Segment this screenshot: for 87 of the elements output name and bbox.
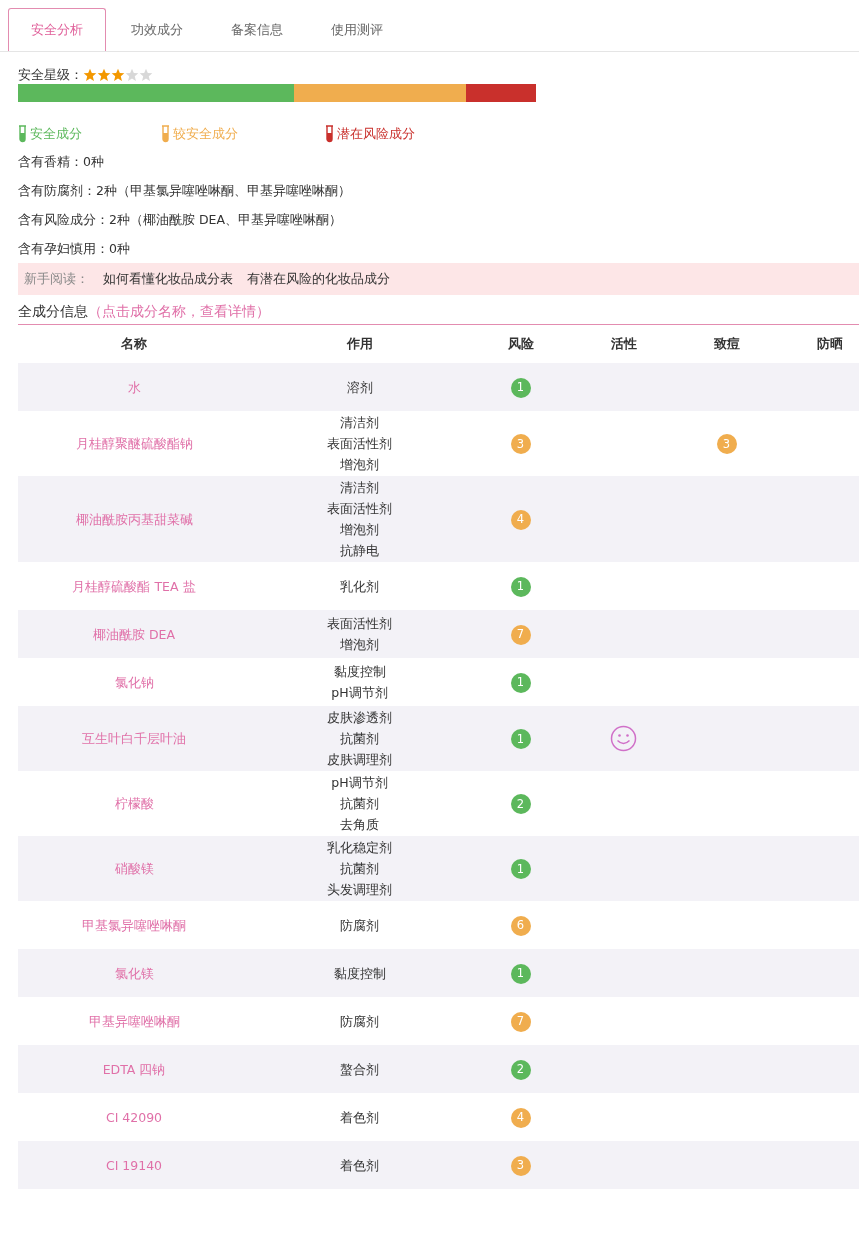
info-line: 含有防腐剂：2种（甲基氯异噻唑啉酮、甲基异噻唑啉酮） [18, 182, 352, 200]
star-icon [97, 68, 111, 82]
legend-label: 安全成分 [30, 124, 82, 143]
ingredient-link[interactable]: CI 42090 [105, 1109, 163, 1125]
star-icon [139, 68, 153, 82]
ingredient-link[interactable]: 柠檬酸 [114, 796, 154, 811]
ingredient-link[interactable]: 甲基异噻唑啉酮 [88, 1013, 180, 1029]
risk-score: 6 [510, 915, 531, 936]
risk-score: 2 [510, 1059, 531, 1080]
column-header: 活性 [572, 325, 675, 363]
function-text: 清洁剂 [339, 479, 380, 497]
tab[interactable]: 备案信息 [208, 8, 306, 51]
function-text: 着色剂 [339, 1108, 380, 1127]
risk-score: 7 [510, 1011, 531, 1032]
tab[interactable]: 安全分析 [8, 8, 106, 51]
info-line: 含有风险成分：2种（椰油酰胺 DEA、甲基异噻唑啉酮） [18, 211, 343, 229]
column-header: 致痘 [675, 325, 778, 363]
function-text: 着色剂 [339, 1156, 380, 1175]
ingredient-link[interactable]: 甲基氯异噻唑啉酮 [82, 917, 186, 933]
function-text: 防腐剂 [339, 916, 380, 935]
function-text: 抗菌剂 [339, 730, 380, 748]
risk-score: 1 [510, 859, 531, 880]
ingredient-link[interactable]: 氯化钠 [114, 674, 154, 690]
ingredient-link[interactable]: 互生叶白千层叶油 [82, 731, 186, 746]
info-line: 含有香精：0种 [18, 153, 105, 171]
section-hint: （点击成分名称，查看详情） [88, 302, 270, 321]
ingredient-link[interactable]: 水 [127, 379, 141, 395]
column-header: 作用 [250, 325, 469, 363]
column-header: 名称 [18, 325, 250, 363]
article-link[interactable]: 如何看懂化妆品成分表 [103, 269, 233, 289]
risk-score: 1 [510, 576, 531, 597]
risk-score: 1 [510, 729, 531, 750]
function-text: 表面活性剂 [326, 500, 393, 518]
function-text: 增泡剂 [339, 636, 380, 654]
function-text: 抗静电 [339, 542, 380, 560]
function-text: pH调节剂 [330, 684, 389, 702]
function-text: 去角质 [339, 816, 380, 834]
function-text: 乳化稳定剂 [326, 839, 393, 857]
risk-score: 7 [510, 624, 531, 645]
ingredient-link[interactable]: CI 19140 [105, 1157, 163, 1173]
ingredient-link[interactable]: EDTA 四钠 [102, 1061, 166, 1077]
ingredient-link[interactable]: 月桂醇硫酸酯 TEA 盐 [72, 578, 196, 594]
function-text: 抗菌剂 [339, 860, 380, 878]
rating-label: 安全星级： [18, 65, 83, 84]
function-text: 清洁剂 [339, 414, 380, 432]
column-header: 防晒 [778, 325, 859, 363]
star-icon [125, 68, 139, 82]
function-text: 增泡剂 [339, 456, 380, 474]
ingredient-link[interactable]: 氯化镁 [114, 965, 154, 981]
ingredient-link[interactable]: 椰油酰胺丙基甜菜碱 [75, 511, 193, 527]
section-title: 全成分信息 [18, 302, 88, 321]
risk-score: 3 [510, 434, 531, 455]
risk-score: 1 [510, 377, 531, 398]
function-text: 溶剂 [345, 378, 374, 397]
function-text: 黏度控制 [332, 663, 387, 681]
function-text: 表面活性剂 [326, 435, 393, 453]
reading-label: 新手阅读： [24, 269, 89, 288]
column-header: 风险 [469, 325, 572, 363]
tab[interactable]: 使用测评 [308, 8, 406, 51]
legend-label: 潜在风险成分 [337, 124, 415, 143]
risk-score: 3 [510, 1155, 531, 1176]
risk-score: 2 [510, 794, 531, 815]
tab[interactable]: 功效成分 [108, 8, 206, 51]
ingredient-link[interactable]: 月桂醇聚醚硫酸酯钠 [75, 436, 193, 451]
function-text: pH调节剂 [330, 774, 389, 792]
function-text: 黏度控制 [332, 964, 387, 983]
ingredient-link[interactable]: 硝酸镁 [114, 861, 154, 876]
star-icon [83, 68, 97, 82]
function-text: 皮肤调理剂 [326, 751, 393, 769]
risk-score: 1 [510, 963, 531, 984]
function-text: 防腐剂 [339, 1012, 380, 1031]
function-text: 抗菌剂 [339, 795, 380, 813]
function-text: 螯合剂 [339, 1060, 380, 1079]
function-text: 乳化剂 [339, 577, 380, 596]
function-text: 皮肤渗透剂 [326, 709, 393, 727]
risk-score: 4 [510, 1107, 531, 1128]
function-text: 头发调理剂 [326, 881, 393, 899]
risk-score: 3 [716, 434, 737, 455]
function-text: 表面活性剂 [326, 615, 393, 633]
ingredient-link[interactable]: 椰油酰胺 DEA [92, 626, 176, 642]
function-text: 增泡剂 [339, 521, 380, 539]
legend-label: 较安全成分 [173, 124, 238, 143]
info-line: 含有孕妇慎用：0种 [18, 240, 131, 258]
risk-score: 1 [510, 672, 531, 693]
star-icon [111, 68, 125, 82]
risk-score: 4 [510, 509, 531, 530]
article-link[interactable]: 有潜在风险的化妆品成分 [247, 269, 390, 289]
